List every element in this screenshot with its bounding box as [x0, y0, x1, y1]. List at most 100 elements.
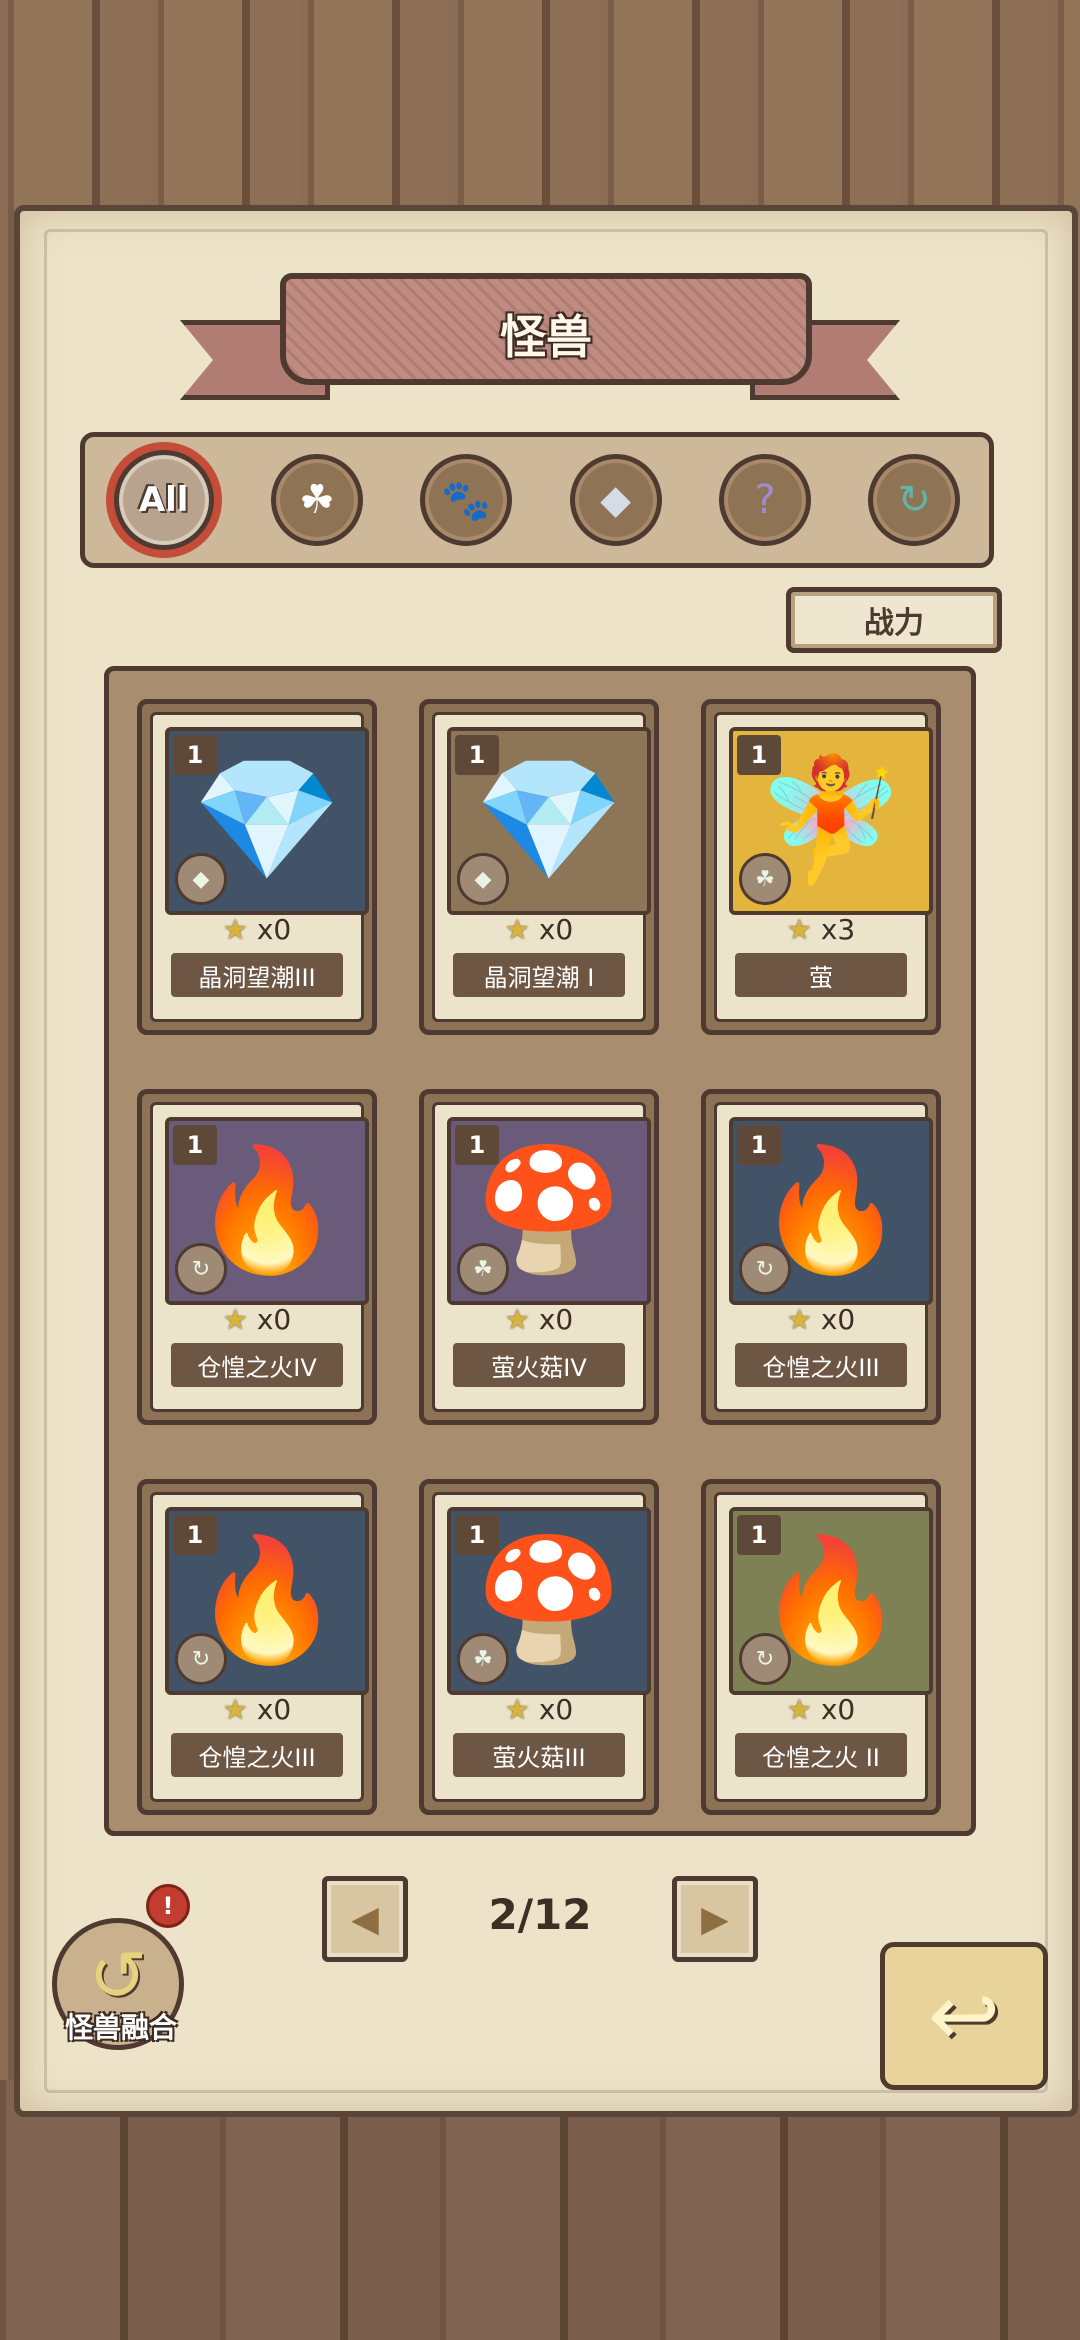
question-icon: ?	[754, 477, 776, 523]
filter-swirl[interactable]: ↻	[868, 454, 961, 546]
star-icon: ★	[786, 913, 812, 946]
star-count: ★ x0	[435, 913, 643, 946]
card-frame: 1 💎 ◆ ★ x0 晶洞望潮 I	[432, 712, 651, 1022]
card-art: 1 🧚 ☘	[729, 727, 933, 915]
star-count: ★ x0	[717, 1693, 925, 1726]
level-badge: 1	[455, 1125, 499, 1165]
card-name: 萤火菇III	[453, 1733, 625, 1777]
fusion-swirl-icon: ↺	[88, 1935, 148, 2017]
leaf-icon: ☘	[739, 853, 791, 905]
star-count: ★ x0	[153, 1693, 361, 1726]
star-icon: ★	[504, 913, 530, 946]
monster-card[interactable]: 1 🍄 ☘ ★ x0 萤火菇IV	[419, 1089, 659, 1425]
sort-power-button[interactable]: 战力	[786, 587, 1002, 653]
monster-card[interactable]: 1 🔥 ↻ ★ x0 仓惶之火IV	[137, 1089, 377, 1425]
card-frame: 1 🔥 ↻ ★ x0 仓惶之火III	[150, 1492, 369, 1802]
card-frame: 1 🍄 ☘ ★ x0 萤火菇III	[432, 1492, 651, 1802]
monster-grid: 1 💎 ◆ ★ x0 晶洞望潮III 1 💎 ◆ ★ x0 晶洞望潮 I 1 🧚…	[104, 666, 976, 1836]
card-frame: 1 🍄 ☘ ★ x0 萤火菇IV	[432, 1102, 651, 1412]
star-count: ★ x3	[717, 913, 925, 946]
card-frame: 1 🔥 ↻ ★ x0 仓惶之火III	[714, 1102, 933, 1412]
star-value: x0	[538, 1303, 574, 1336]
swirl-icon: ↻	[739, 1243, 791, 1295]
crystal-icon: ◆	[457, 853, 509, 905]
star-count: ★ x0	[153, 1303, 361, 1336]
monster-card[interactable]: 1 🔥 ↻ ★ x0 仓惶之火 II	[701, 1479, 941, 1815]
filter-bar: All ☘ 🐾 ◆ ? ↻	[80, 432, 994, 568]
monster-card[interactable]: 1 🧚 ☘ ★ x3 萤	[701, 699, 941, 1035]
star-count: ★ x0	[153, 913, 361, 946]
swirl-icon: ↻	[175, 1243, 227, 1295]
star-count: ★ x0	[717, 1303, 925, 1336]
filter-beast[interactable]: 🐾	[420, 454, 513, 546]
star-icon: ★	[222, 1693, 248, 1726]
paw-icon: 🐾	[441, 477, 492, 524]
card-frame: 1 🔥 ↻ ★ x0 仓惶之火IV	[150, 1102, 369, 1412]
filter-all[interactable]: All	[113, 450, 214, 550]
alert-badge: !	[146, 1884, 190, 1928]
star-value: x0	[820, 1693, 856, 1726]
star-value: x3	[820, 913, 856, 946]
card-name: 仓惶之火 II	[735, 1733, 907, 1777]
star-icon: ★	[504, 1303, 530, 1336]
monster-card[interactable]: 1 🔥 ↻ ★ x0 仓惶之火III	[701, 1089, 941, 1425]
star-value: x0	[256, 1303, 292, 1336]
fusion-label: 怪兽融合	[64, 2011, 177, 2044]
chevron-left-icon: ◀	[351, 1898, 379, 1940]
all-icon: All	[138, 480, 189, 520]
page-indicator: 2/12	[488, 1890, 592, 1939]
star-value: x0	[820, 1303, 856, 1336]
star-count: ★ x0	[435, 1303, 643, 1336]
card-name: 仓惶之火III	[735, 1343, 907, 1387]
star-icon: ★	[786, 1693, 812, 1726]
level-badge: 1	[173, 1125, 217, 1165]
prev-page-button[interactable]: ◀	[322, 1876, 408, 1962]
card-art: 1 💎 ◆	[447, 727, 651, 915]
crystal-icon: ◆	[600, 477, 632, 523]
leaf-icon: ☘	[457, 1633, 509, 1685]
leaf-icon: ☘	[299, 477, 335, 523]
next-page-button[interactable]: ▶	[672, 1876, 758, 1962]
ribbon-body: 怪兽	[280, 273, 812, 385]
star-value: x0	[256, 1693, 292, 1726]
monster-card[interactable]: 1 🍄 ☘ ★ x0 萤火菇III	[419, 1479, 659, 1815]
crystal-icon: ◆	[175, 853, 227, 905]
leaf-icon: ☘	[457, 1243, 509, 1295]
card-art: 1 🔥 ↻	[729, 1117, 933, 1305]
star-icon: ★	[222, 913, 248, 946]
swirl-icon: ↻	[897, 477, 932, 523]
card-name: 仓惶之火III	[171, 1733, 343, 1777]
level-badge: 1	[455, 735, 499, 775]
star-value: x0	[256, 913, 292, 946]
sort-label: 战力	[864, 606, 924, 641]
filter-crystal[interactable]: ◆	[569, 454, 662, 546]
wood-floor	[0, 2080, 1080, 2340]
back-button[interactable]: ↩	[880, 1942, 1048, 2090]
return-arrow-icon: ↩	[927, 1966, 1001, 2066]
level-badge: 1	[737, 1515, 781, 1555]
page-title: 怪兽	[500, 310, 592, 364]
filter-unknown[interactable]: ?	[718, 454, 811, 546]
card-art: 1 🔥 ↻	[729, 1507, 933, 1695]
card-art: 1 🔥 ↻	[165, 1117, 369, 1305]
monster-card[interactable]: 1 💎 ◆ ★ x0 晶洞望潮 I	[419, 699, 659, 1035]
star-value: x0	[538, 1693, 574, 1726]
swirl-icon: ↻	[739, 1633, 791, 1685]
star-icon: ★	[222, 1303, 248, 1336]
filter-plant[interactable]: ☘	[270, 454, 363, 546]
level-badge: 1	[173, 735, 217, 775]
monster-card[interactable]: 1 🔥 ↻ ★ x0 仓惶之火III	[137, 1479, 377, 1815]
monster-card[interactable]: 1 💎 ◆ ★ x0 晶洞望潮III	[137, 699, 377, 1035]
card-frame: 1 🧚 ☘ ★ x3 萤	[714, 712, 933, 1022]
card-art: 1 🔥 ↻	[165, 1507, 369, 1695]
card-frame: 1 💎 ◆ ★ x0 晶洞望潮III	[150, 712, 369, 1022]
star-icon: ★	[504, 1693, 530, 1726]
level-badge: 1	[737, 735, 781, 775]
level-badge: 1	[173, 1515, 217, 1555]
card-name: 晶洞望潮 I	[453, 953, 625, 997]
card-name: 仓惶之火IV	[171, 1343, 343, 1387]
card-frame: 1 🔥 ↻ ★ x0 仓惶之火 II	[714, 1492, 933, 1802]
card-name: 萤	[735, 953, 907, 997]
chevron-right-icon: ▶	[701, 1898, 729, 1940]
title-ribbon: 怪兽	[180, 265, 900, 405]
